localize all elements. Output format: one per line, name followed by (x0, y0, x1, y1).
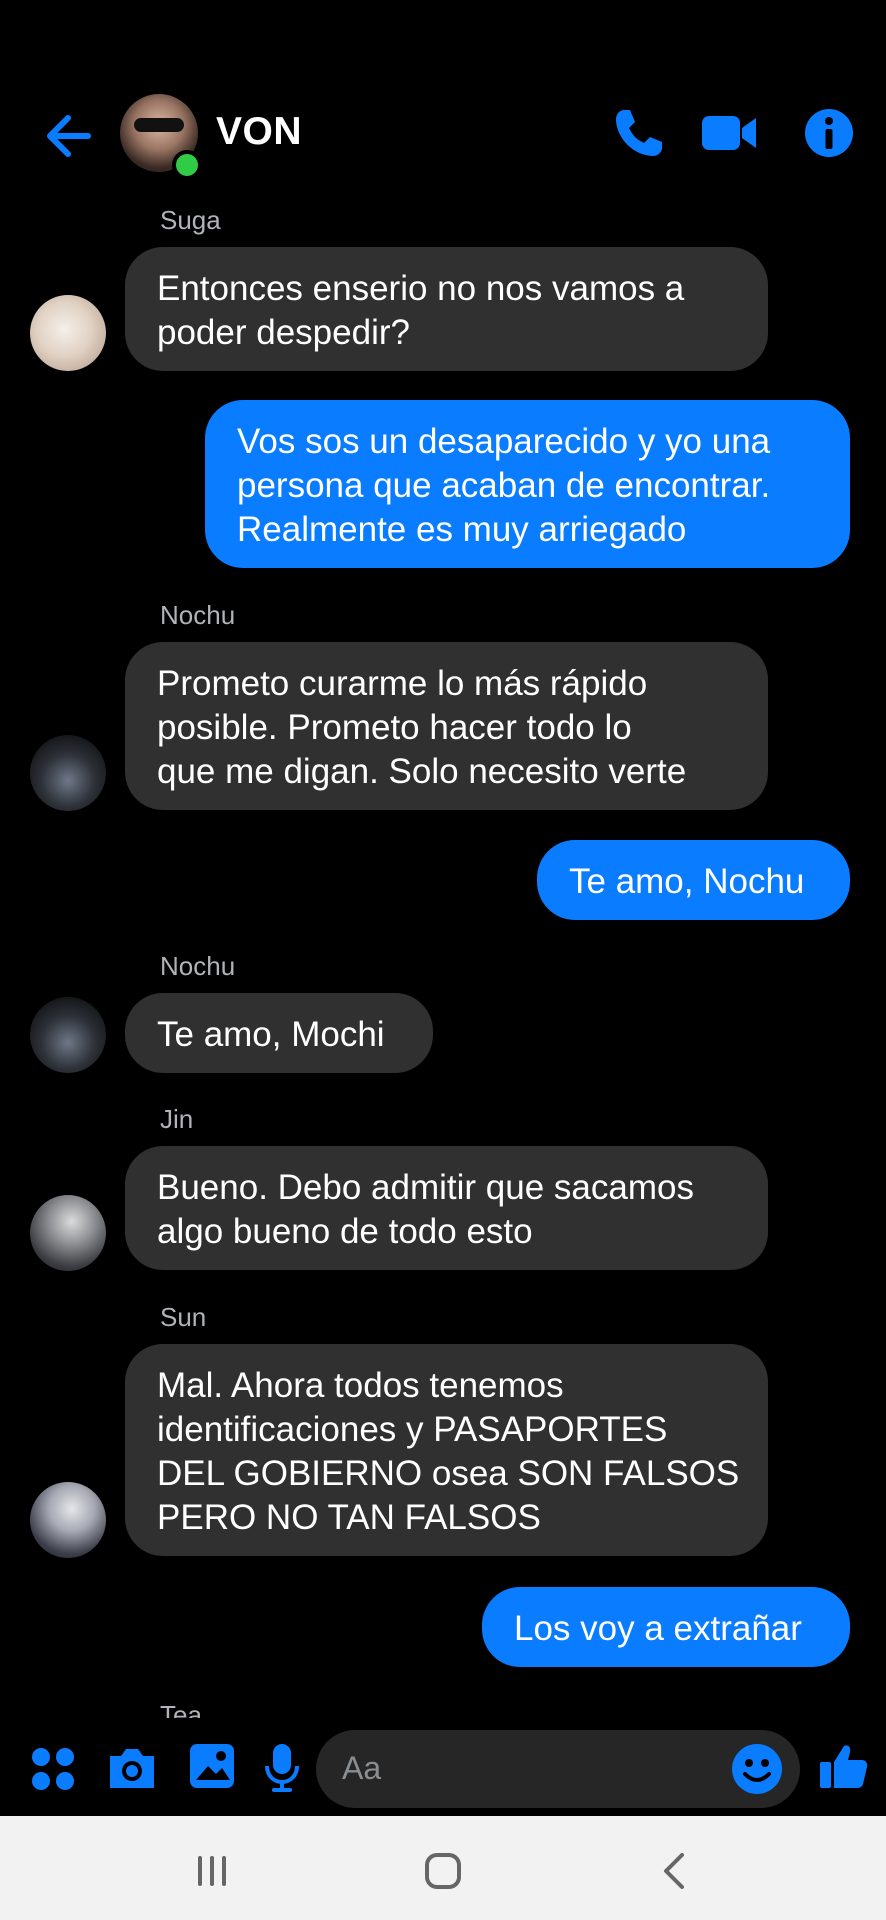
message-bubble-incoming[interactable]: Prometo curarme lo más rápido posible. P… (125, 642, 768, 810)
message-line: DEL GOBIERNO osea SON FALSOS (157, 1454, 740, 1493)
message-line: Te amo, Mochi (157, 1015, 385, 1054)
system-navigation-bar (0, 1816, 886, 1920)
video-camera-icon[interactable] (700, 104, 758, 162)
conversation-title[interactable]: VON (216, 110, 302, 154)
message-line: algo bueno de todo esto (157, 1212, 533, 1251)
message-line: posible. Prometo hacer todo lo (157, 708, 632, 747)
sender-name: Tea (160, 1700, 202, 1718)
phone-icon[interactable] (610, 104, 668, 162)
message-input-placeholder: Aa (342, 1750, 382, 1786)
info-icon[interactable] (800, 104, 858, 162)
sender-name: Sun (160, 1302, 207, 1332)
message-line: Vos sos un desaparecido y yo una (237, 422, 771, 461)
microphone-icon[interactable] (264, 1742, 300, 1794)
back-nav-icon[interactable] (660, 1852, 688, 1890)
apps-grid-icon[interactable] (30, 1746, 76, 1792)
message-bubble-incoming[interactable]: Bueno. Debo admitir que sacamos algo bue… (125, 1146, 768, 1270)
message-line: Los voy a extrañar (514, 1609, 802, 1648)
sender-avatar[interactable] (30, 1482, 106, 1558)
message-bubble-incoming[interactable]: Te amo, Mochi (125, 993, 433, 1073)
back-arrow-icon[interactable] (40, 106, 100, 166)
message-bubble-outgoing[interactable]: Los voy a extrañar (482, 1587, 850, 1667)
gallery-icon[interactable] (188, 1742, 236, 1790)
message-line: Te amo, Nochu (569, 862, 805, 901)
recent-apps-icon[interactable] (194, 1854, 230, 1888)
message-line: poder despedir? (157, 313, 410, 352)
message-line: Mal. Ahora todos tenemos (157, 1366, 564, 1405)
message-line: identificaciones y PASAPORTES (157, 1410, 668, 1449)
sender-avatar[interactable] (30, 1195, 106, 1271)
message-line: Realmente es muy arriegado (237, 510, 687, 549)
message-bubble-outgoing[interactable]: Te amo, Nochu (537, 840, 850, 920)
avatar-mask-detail (134, 118, 184, 132)
sender-name: Suga (160, 205, 221, 235)
message-line: Bueno. Debo admitir que sacamos (157, 1168, 694, 1207)
sender-avatar[interactable] (30, 295, 106, 371)
emoji-icon[interactable] (730, 1742, 784, 1796)
message-bubble-incoming[interactable]: Mal. Ahora todos tenemos identificacione… (125, 1344, 768, 1556)
message-line: persona que acaban de encontrar. (237, 466, 771, 505)
conversation-header: VON (0, 0, 886, 205)
sender-name: Nochu (160, 951, 236, 981)
message-line: que me digan. Solo necesito verte (157, 752, 687, 791)
sender-avatar[interactable] (30, 735, 106, 811)
thumbs-up-icon[interactable] (818, 1740, 870, 1792)
message-input[interactable]: Aa (316, 1730, 800, 1808)
message-line: Entonces enserio no nos vamos a (157, 269, 685, 308)
sender-name: Nochu (160, 600, 236, 630)
message-line: Prometo curarme lo más rápido (157, 664, 648, 703)
camera-icon[interactable] (106, 1744, 158, 1792)
message-line: PERO NO TAN FALSOS (157, 1498, 541, 1537)
message-bubble-incoming[interactable]: Entonces enserio no nos vamos a poder de… (125, 247, 768, 371)
message-bubble-outgoing[interactable]: Vos sos un desaparecido y yo una persona… (205, 400, 850, 568)
home-icon[interactable] (424, 1852, 462, 1890)
partial-sender-clip: Tea (0, 1690, 886, 1718)
online-status-dot (172, 150, 202, 180)
sender-avatar[interactable] (30, 997, 106, 1073)
sender-name: Jin (160, 1104, 194, 1134)
